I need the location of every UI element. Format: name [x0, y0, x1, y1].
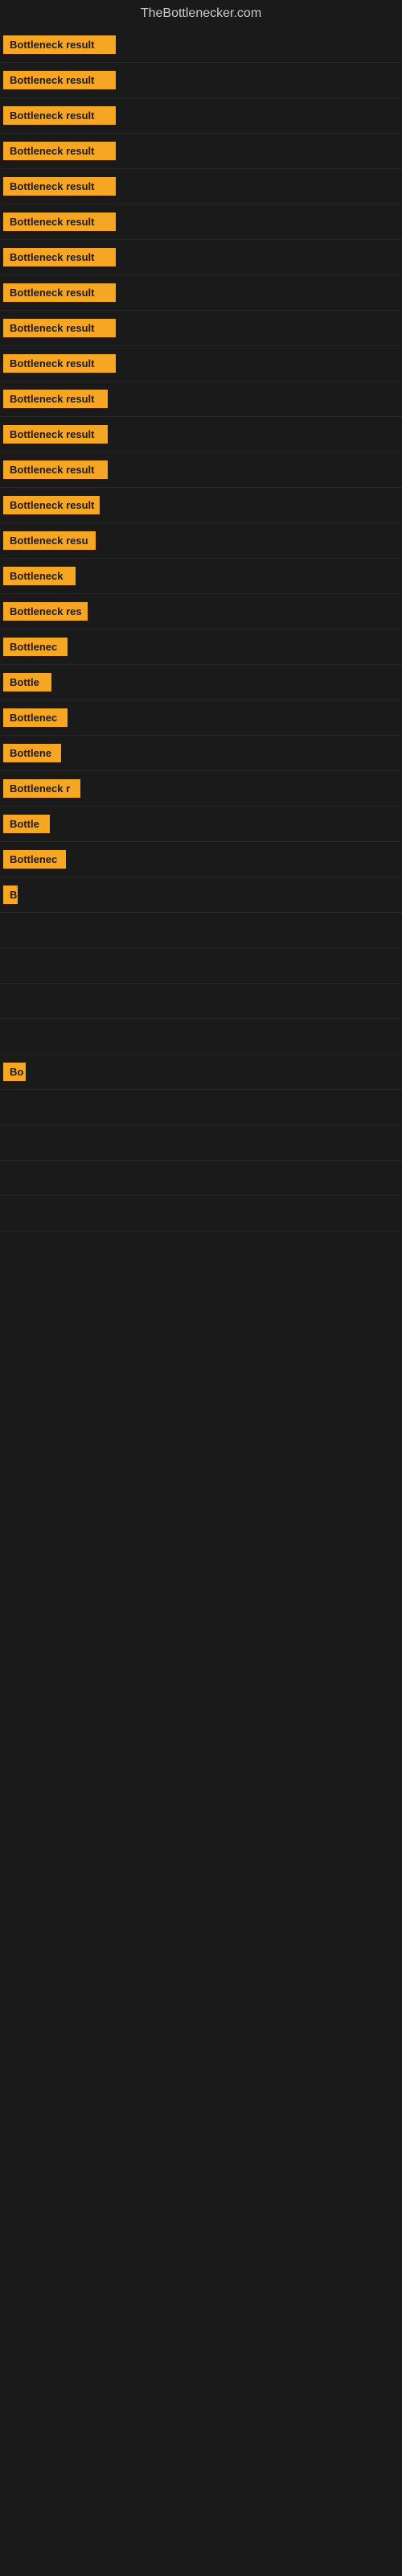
- list-item: Bottleneck result: [0, 169, 402, 204]
- list-item: [0, 1019, 402, 1055]
- list-item: Bottleneck result: [0, 27, 402, 63]
- bottleneck-result-bar[interactable]: Bottleneck result: [3, 283, 116, 302]
- list-item: Bottleneck result: [0, 452, 402, 488]
- bottleneck-result-bar[interactable]: Bottleneck result: [3, 496, 100, 514]
- list-item: Bo: [0, 1055, 402, 1090]
- list-item: Bottleneck result: [0, 311, 402, 346]
- list-item: [0, 1161, 402, 1196]
- bottleneck-result-bar[interactable]: Bottleneck result: [3, 177, 116, 196]
- bottleneck-result-bar[interactable]: Bottleneck result: [3, 460, 108, 479]
- bottleneck-result-bar[interactable]: Bottlene: [3, 744, 61, 762]
- bottleneck-result-bar[interactable]: Bottleneck: [3, 567, 76, 585]
- list-item: Bottle: [0, 665, 402, 700]
- list-item: Bottleneck result: [0, 134, 402, 169]
- bottleneck-result-bar[interactable]: Bottleneck result: [3, 425, 108, 444]
- bottleneck-result-bar[interactable]: Bottleneck result: [3, 106, 116, 125]
- list-item: Bottleneck result: [0, 488, 402, 523]
- list-item: Bottleneck result: [0, 63, 402, 98]
- bottleneck-result-bar[interactable]: Bottlenec: [3, 638, 68, 656]
- bottleneck-result-bar[interactable]: Bottle: [3, 815, 50, 833]
- bottleneck-result-bar[interactable]: Bottleneck result: [3, 142, 116, 160]
- list-item: [0, 1090, 402, 1125]
- bottleneck-result-bar[interactable]: Bottleneck r: [3, 779, 80, 798]
- list-item: Bottle: [0, 807, 402, 842]
- list-item: Bottlene: [0, 736, 402, 771]
- list-item: [0, 948, 402, 984]
- bottleneck-result-bar[interactable]: Bottle: [3, 673, 51, 691]
- list-item: Bottlenec: [0, 700, 402, 736]
- bottleneck-result-bar[interactable]: Bottleneck result: [3, 248, 116, 266]
- list-item: B: [0, 877, 402, 913]
- list-item: Bottleneck result: [0, 346, 402, 382]
- bottleneck-result-bar[interactable]: B: [3, 886, 18, 904]
- bottleneck-result-bar[interactable]: Bottleneck result: [3, 71, 116, 89]
- bottleneck-result-bar[interactable]: Bottleneck result: [3, 213, 116, 231]
- bottleneck-result-bar[interactable]: Bottleneck resu: [3, 531, 96, 550]
- bottleneck-result-bar[interactable]: Bottleneck result: [3, 35, 116, 54]
- list-item: Bottleneck result: [0, 275, 402, 311]
- list-item: Bottleneck: [0, 559, 402, 594]
- bottleneck-result-bar[interactable]: Bottleneck result: [3, 319, 116, 337]
- bottleneck-result-bar[interactable]: Bottlenec: [3, 708, 68, 727]
- bottleneck-result-bar[interactable]: Bottleneck result: [3, 390, 108, 408]
- list-item: Bottleneck result: [0, 98, 402, 134]
- list-item: [0, 984, 402, 1019]
- list-item: Bottlenec: [0, 842, 402, 877]
- bottleneck-result-bar[interactable]: Bottleneck result: [3, 354, 116, 373]
- list-item: Bottleneck r: [0, 771, 402, 807]
- bottleneck-result-bar[interactable]: Bottlenec: [3, 850, 66, 869]
- bottleneck-result-bar[interactable]: Bottleneck res: [3, 602, 88, 621]
- list-item: [0, 1125, 402, 1161]
- list-item: Bottleneck result: [0, 240, 402, 275]
- list-item: Bottleneck result: [0, 417, 402, 452]
- list-item: [0, 913, 402, 948]
- list-item: Bottlenec: [0, 630, 402, 665]
- list-item: Bottleneck result: [0, 204, 402, 240]
- site-title: TheBottlenecker.com: [0, 0, 402, 27]
- list-item: Bottleneck resu: [0, 523, 402, 559]
- list-item: [0, 1196, 402, 1232]
- bottleneck-result-bar[interactable]: Bo: [3, 1063, 26, 1081]
- list-item: Bottleneck result: [0, 382, 402, 417]
- list-item: Bottleneck res: [0, 594, 402, 630]
